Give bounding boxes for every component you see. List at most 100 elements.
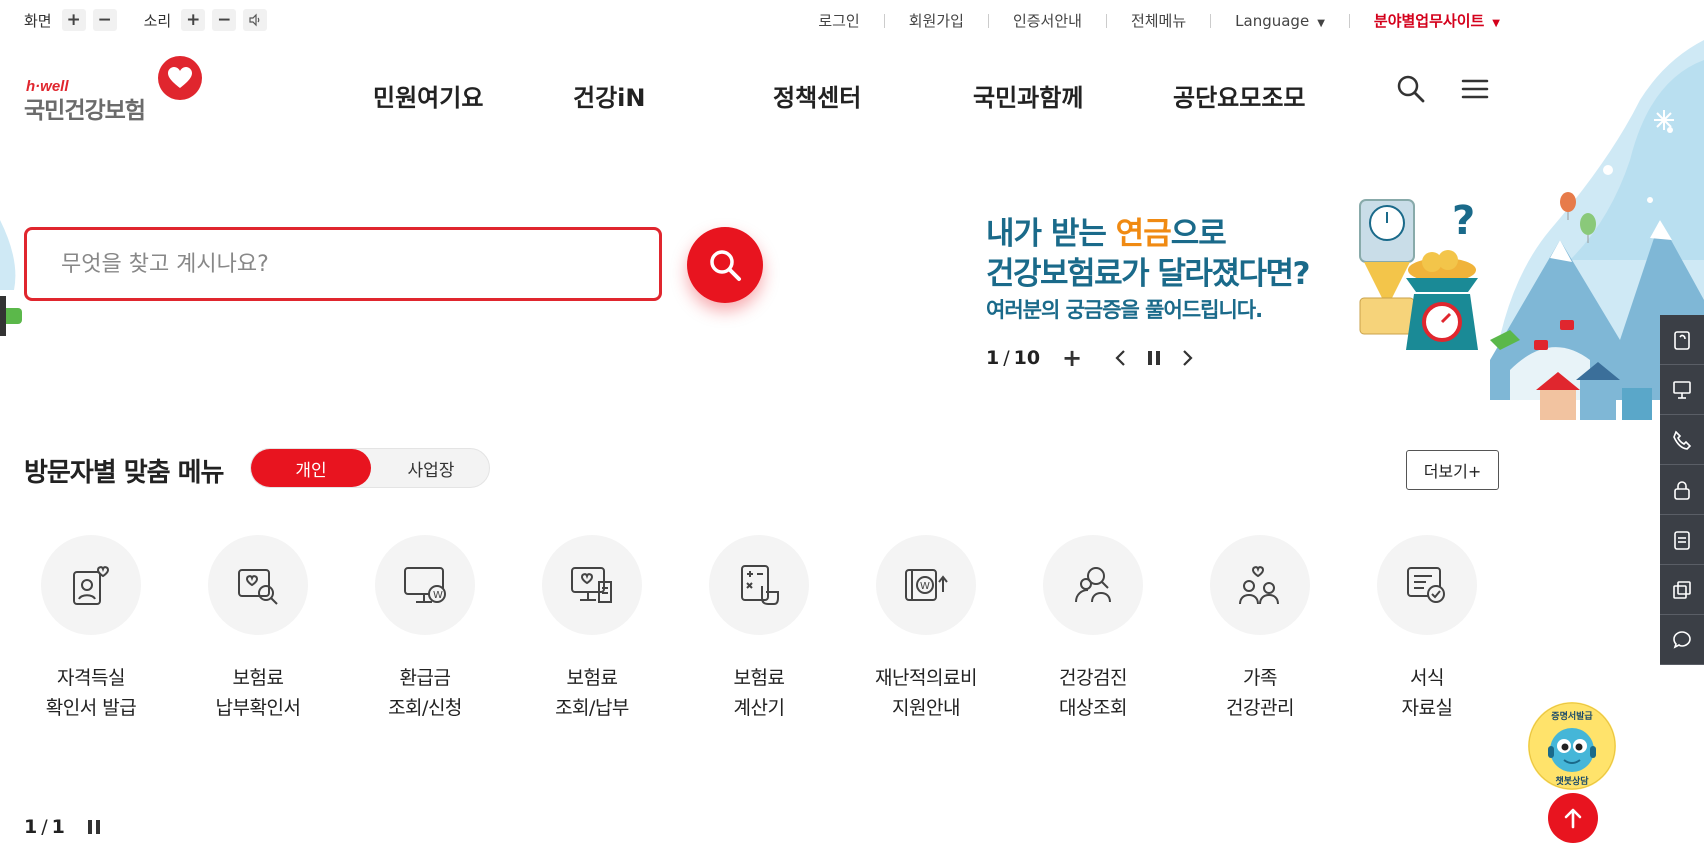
quick-menu-item[interactable]: W 환급금 조회/신청 — [345, 535, 505, 723]
form-library-icon — [1377, 535, 1477, 635]
gnb-item-with-people[interactable]: 국민과함께 — [973, 78, 1083, 113]
document-icon — [1674, 330, 1690, 350]
quick-sidebar — [1660, 315, 1704, 665]
promo-banner[interactable]: 내가 받는 연금으로 건강보험료가 달라졌다면? 여러분의 궁금증을 풀어드립니… — [986, 214, 1366, 326]
gnb-item-civil-service[interactable]: 민원여기요 — [373, 78, 483, 113]
banner-line-3: 여러분의 궁금증을 풀어드립니다. — [986, 298, 1263, 322]
search-icon[interactable] — [1396, 74, 1426, 104]
quick-menu-item[interactable]: 보험료 계산기 — [679, 535, 839, 723]
visitor-type-toggle: 개인 사업장 — [250, 448, 490, 488]
quick-menu-label: 환급금 조회/신청 — [388, 667, 462, 719]
signup-link[interactable]: 회원가입 — [909, 10, 964, 31]
pension-scale-illustration: ? — [1356, 198, 1490, 353]
screen-size-label: 화면 — [24, 11, 52, 30]
banner-total-pages: 10 — [1013, 347, 1041, 369]
tab-business[interactable]: 사업장 — [371, 449, 491, 487]
screen-zoom-out-button[interactable]: − — [92, 9, 117, 31]
banner-line-2: 건강보험료가 달라졌다면? — [986, 256, 1311, 292]
login-link[interactable]: 로그인 — [818, 10, 859, 31]
all-menu-link[interactable]: 전체메뉴 — [1131, 10, 1186, 31]
search-button[interactable] — [687, 227, 763, 303]
quick-menu-label: 서식 자료실 — [1401, 667, 1453, 719]
speaker-icon[interactable] — [243, 9, 268, 31]
quick-menu-item[interactable]: 보험료 조회/납부 — [512, 535, 672, 723]
sound-up-button[interactable]: + — [181, 9, 206, 31]
quick-menu-label: 보험료 납부확인서 — [215, 667, 301, 719]
language-select[interactable]: Language ▼ — [1235, 12, 1325, 30]
sidebar-call-button[interactable] — [1660, 415, 1704, 465]
gnb-item-health-in[interactable]: 건강iN — [573, 78, 645, 113]
calculator-icon — [709, 535, 809, 635]
gnb-item-about-nhis[interactable]: 공단요모조모 — [1173, 78, 1305, 113]
language-label: Language — [1235, 11, 1310, 30]
sound-down-button[interactable]: − — [212, 9, 237, 31]
sidebar-lock-button[interactable] — [1660, 465, 1704, 515]
quick-menu-pagination: 1 / 1 — [24, 816, 101, 838]
phone-icon — [1673, 430, 1692, 450]
sidebar-notice-button[interactable] — [1660, 515, 1704, 565]
quick-menu-label: 자격득실 확인서 발급 — [45, 667, 137, 719]
lock-icon — [1674, 480, 1690, 500]
sidebar-copy-button[interactable] — [1660, 565, 1704, 615]
monitor-icon — [1673, 380, 1691, 399]
caret-down-icon: ▼ — [1492, 18, 1500, 29]
search-document-icon — [208, 535, 308, 635]
banner-line-1: 내가 받는 연금으로 — [986, 216, 1227, 252]
logo-name: 국민건강보험 — [24, 98, 146, 124]
arrow-up-icon — [1564, 808, 1582, 829]
accessibility-controls: 화면 + − 소리 + − — [24, 9, 274, 31]
scroll-to-top-button[interactable] — [1548, 793, 1598, 843]
field-sites-select[interactable]: 분야별업무사이트 ▼ — [1374, 10, 1500, 31]
caret-down-icon: ▼ — [1317, 17, 1325, 29]
utility-links: 로그인 회원가입 인증서안내 전체메뉴 Language ▼ 분야별업무사이트 ▼ — [818, 10, 1500, 31]
banner-controls: 1 / 10 + — [986, 344, 1198, 372]
nhis-logo[interactable]: h·well 국민건강보험 — [24, 56, 204, 126]
sidebar-remote-button[interactable] — [1660, 365, 1704, 415]
screen-zoom-in-button[interactable]: + — [61, 9, 86, 31]
gnb-item-policy-center[interactable]: 정책센터 — [773, 78, 861, 113]
quick-menu-item[interactable]: 건강검진 대상조회 — [1013, 535, 1173, 723]
quick-menu-label: 재난적의료비 지원안내 — [875, 667, 977, 719]
quick-menu-label: 건강검진 대상조회 — [1059, 667, 1127, 719]
chevron-left-icon[interactable] — [1110, 348, 1130, 368]
medical-support-icon: W — [876, 535, 976, 635]
certificate-person-icon — [41, 535, 141, 635]
quick-menu-item[interactable]: 가족 건강관리 — [1180, 535, 1340, 723]
svg-text:?: ? — [1452, 198, 1475, 244]
search-input[interactable] — [27, 230, 659, 298]
quick-menu-item[interactable]: 보험료 납부확인서 — [178, 535, 338, 723]
pause-icon[interactable] — [1144, 348, 1164, 368]
list-document-icon — [1674, 530, 1690, 550]
copy-icon — [1673, 580, 1691, 599]
chat-bubble-icon — [1673, 630, 1691, 649]
sidebar-certificate-button[interactable] — [1660, 315, 1704, 365]
quick-menu-current-page: 1 — [24, 816, 38, 838]
quick-menu-item[interactable]: 자격득실 확인서 발급 — [11, 535, 171, 723]
search-icon — [710, 250, 741, 281]
chatbot-bottom-label: 챗봇상담 — [1555, 775, 1589, 787]
quick-menu-item[interactable]: 서식 자료실 — [1347, 535, 1507, 723]
utility-bar: 화면 + − 소리 + − 로그인 회원가입 인증서안내 전체메뉴 Langua… — [0, 0, 1704, 40]
tab-personal[interactable]: 개인 — [251, 449, 371, 487]
hamburger-menu-icon[interactable] — [1460, 74, 1490, 104]
banner-more-button[interactable]: + — [1062, 344, 1082, 372]
checkup-people-icon — [1043, 535, 1143, 635]
heart-icon — [158, 56, 202, 100]
quick-menu-total-pages: 1 — [51, 816, 65, 838]
field-sites-label: 분야별업무사이트 — [1373, 12, 1485, 30]
certificate-guide-link[interactable]: 인증서안내 — [1013, 10, 1082, 31]
sound-label: 소리 — [143, 11, 172, 30]
svg-text:W: W — [920, 581, 930, 592]
family-care-icon — [1210, 535, 1310, 635]
quick-menu-item[interactable]: W 재난적의료비 지원안내 — [846, 535, 1006, 723]
more-button[interactable]: 더보기+ — [1406, 450, 1499, 490]
visitor-menu-title: 방문자별 맞춤 메뉴 — [24, 458, 224, 488]
search-box — [24, 227, 662, 301]
chevron-right-icon[interactable] — [1178, 348, 1198, 368]
pause-icon[interactable] — [87, 819, 101, 835]
sidebar-chat-button[interactable] — [1660, 615, 1704, 665]
chatbot-top-label: 증명서발급 — [1551, 710, 1593, 722]
quick-menu-label: 보험료 조회/납부 — [555, 667, 629, 719]
chatbot-button[interactable]: 증명서발급 챗봇상담 — [1528, 702, 1616, 790]
svg-text:W: W — [433, 590, 443, 601]
